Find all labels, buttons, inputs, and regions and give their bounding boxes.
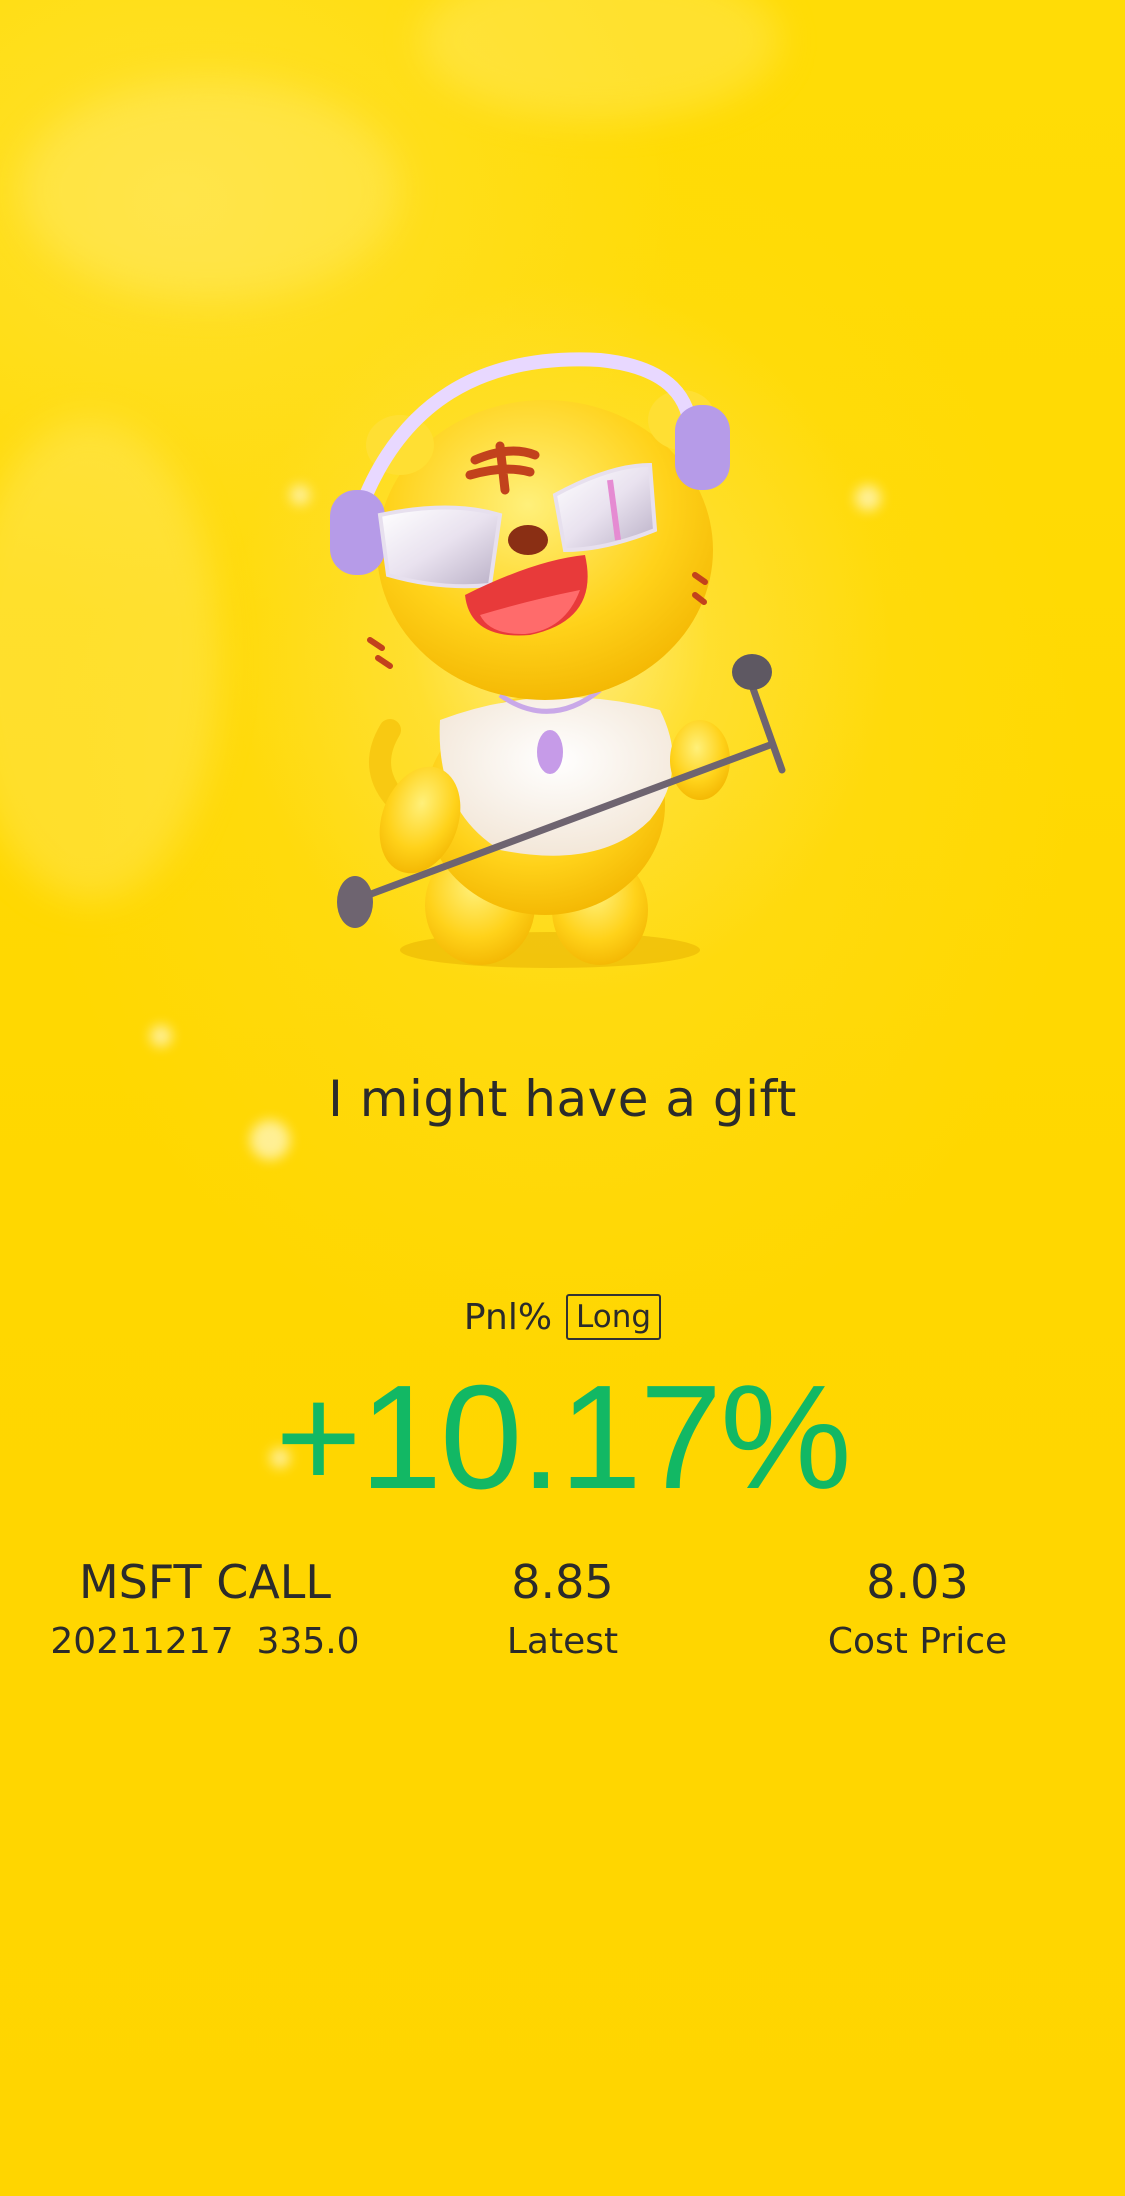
headline: I might have a gift xyxy=(328,1070,797,1128)
cost-price-label: Cost Price xyxy=(827,1621,1008,1662)
pnl-label: Pnl% xyxy=(463,1296,553,1338)
contract-detail: 20211217 335.0 xyxy=(50,1621,360,1662)
latest-value: 8.85 xyxy=(511,1555,614,1609)
pnl-value: +10.17% xyxy=(275,1355,851,1520)
latest-stat: 8.85 Latest xyxy=(410,1552,715,1670)
cost-price-stat: 8.03 Cost Price xyxy=(740,1552,1095,1670)
tiger-mascot-singing-icon xyxy=(330,352,786,968)
background-wisp xyxy=(20,80,400,300)
pnl-header: Pnl% Long xyxy=(0,1294,1125,1340)
contract-stat: MSFT CALL 20211217 335.0 xyxy=(0,1552,410,1670)
latest-label: Latest xyxy=(506,1621,619,1662)
background-sparkle xyxy=(150,1025,172,1047)
position-tag: Long xyxy=(566,1294,662,1340)
background-sparkle xyxy=(855,485,881,511)
cost-price-value: 8.03 xyxy=(866,1555,969,1609)
contract-name: MSFT CALL xyxy=(78,1555,332,1609)
